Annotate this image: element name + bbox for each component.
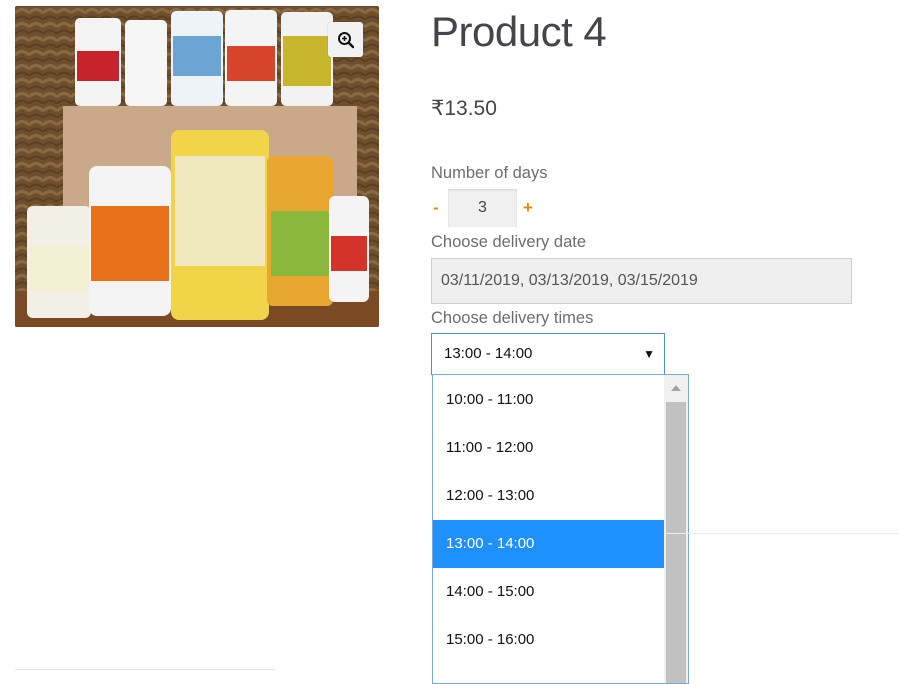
delivery-times-dropdown[interactable]: 10:00 - 11:00 11:00 - 12:00 12:00 - 13:0… — [432, 374, 689, 684]
time-option[interactable]: 12:00 - 13:00 — [433, 472, 665, 520]
days-label: Number of days — [431, 164, 548, 182]
product-price: ₹13.50 — [431, 97, 497, 120]
product-photo — [15, 6, 379, 327]
decrease-days-button[interactable]: - — [433, 198, 439, 218]
delivery-date-label: Choose delivery date — [431, 233, 587, 251]
magnifier-plus-icon — [337, 31, 354, 48]
time-option[interactable]: 11:00 - 12:00 — [433, 424, 665, 472]
time-option[interactable]: 10:00 - 11:00 — [433, 376, 665, 424]
divider — [665, 533, 899, 534]
divider — [15, 669, 275, 670]
time-option[interactable]: 14:00 - 15:00 — [433, 568, 665, 616]
time-option-selected[interactable]: 13:00 - 14:00 — [433, 520, 665, 568]
days-quantity-input[interactable] — [448, 189, 517, 227]
scrollbar-thumb[interactable] — [666, 402, 686, 683]
increase-days-button[interactable]: + — [523, 198, 533, 218]
time-option[interactable]: 15:00 - 16:00 — [433, 616, 665, 664]
dropdown-arrow-icon: ▼ — [643, 347, 655, 361]
delivery-date-field[interactable]: 03/11/2019, 03/13/2019, 03/15/2019 — [431, 258, 852, 304]
delivery-times-select[interactable]: 13:00 - 14:00 ▼ — [431, 333, 665, 375]
scroll-up-arrow-icon[interactable] — [664, 375, 688, 400]
dropdown-scrollbar[interactable] — [664, 375, 688, 683]
delivery-times-label: Choose delivery times — [431, 309, 594, 327]
product-title: Product 4 — [431, 8, 607, 55]
zoom-button[interactable] — [328, 22, 363, 57]
product-image[interactable] — [15, 6, 379, 327]
delivery-times-selected-value: 13:00 - 14:00 — [444, 345, 533, 362]
